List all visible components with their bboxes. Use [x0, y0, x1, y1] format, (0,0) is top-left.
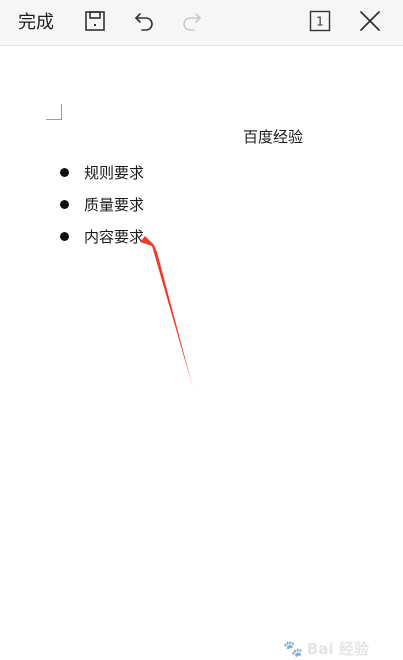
bullet-list: 规则要求 质量要求 内容要求 [60, 156, 144, 252]
top-toolbar: 完成 1 [0, 0, 403, 46]
list-item[interactable]: 质量要求 [60, 188, 144, 220]
bullet-text: 内容要求 [84, 227, 145, 246]
undo-icon[interactable] [130, 0, 158, 42]
paw-icon: 🐾 [283, 638, 303, 658]
page-count-icon[interactable]: 1 [306, 0, 334, 42]
document-title[interactable]: 百度经验 [243, 126, 303, 147]
margin-corner-mark [46, 104, 62, 120]
bullet-dot [60, 231, 69, 241]
bullet-dot [60, 167, 69, 177]
redo-icon[interactable] [178, 0, 206, 42]
baidu-watermark: 🐾 Bai 经验 [283, 636, 395, 660]
red-arrow-annotation [140, 236, 193, 388]
save-icon[interactable] [81, 0, 109, 42]
watermark-text: Bai 经验 [306, 639, 369, 658]
close-icon[interactable] [356, 0, 384, 42]
bullet-dot [60, 199, 69, 209]
bullet-text: 规则要求 [84, 163, 145, 182]
list-item[interactable]: 规则要求 [60, 156, 144, 188]
document-page[interactable]: 百度经验 规则要求 质量要求 内容要求 🐾 Bai 经验 [0, 46, 403, 658]
list-item[interactable]: 内容要求 [60, 220, 144, 252]
done-button[interactable]: 完成 [8, 0, 64, 42]
page-count: 1 [316, 15, 324, 29]
bullet-text: 质量要求 [84, 195, 145, 214]
